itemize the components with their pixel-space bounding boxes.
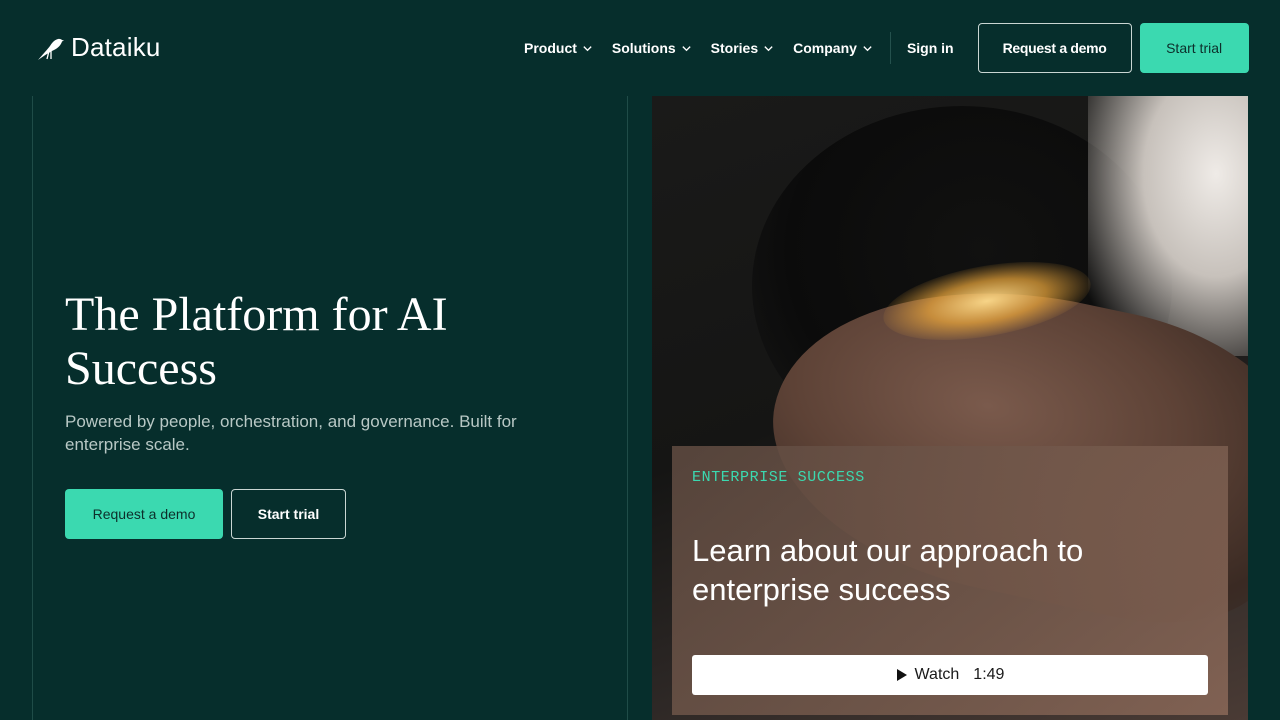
- chevron-down-icon: [682, 45, 691, 51]
- site-header: Dataiku Product Solutions Stories Compan…: [0, 0, 1280, 96]
- sign-in-link[interactable]: Sign in: [907, 40, 954, 56]
- dataiku-bird-logo-icon: [38, 38, 64, 60]
- nav-item-product[interactable]: Product: [524, 40, 593, 56]
- header-start-trial-button[interactable]: Start trial: [1139, 23, 1249, 73]
- brand-name: Dataiku: [71, 31, 161, 62]
- nav-item-label: Stories: [710, 40, 759, 56]
- brand-logo[interactable]: Dataiku: [35, 30, 161, 64]
- decorative-divider-left: [32, 96, 33, 720]
- hero-subtitle: Powered by people, orchestration, and go…: [65, 412, 517, 454]
- hero-title: The Platform for AI Success: [65, 288, 448, 395]
- nav-item-label: Solutions: [611, 40, 676, 56]
- feature-card: ENTERPRISE SUCCESS Learn about our appro…: [672, 446, 1228, 715]
- header-request-demo-button[interactable]: Request a demo: [977, 23, 1132, 73]
- watch-label: Watch: [914, 666, 960, 683]
- nav-item-label: Product: [524, 40, 577, 56]
- nav-item-label: Company: [793, 40, 857, 56]
- watch-video-button[interactable]: Watch 1:49: [692, 655, 1208, 695]
- chevron-down-icon: [764, 45, 773, 51]
- hero-request-demo-button[interactable]: Request a demo: [65, 489, 223, 539]
- hero-start-trial-button[interactable]: Start trial: [231, 489, 346, 539]
- card-title: Learn about our approach to enterprise s…: [692, 533, 1084, 607]
- chevron-down-icon: [863, 45, 872, 51]
- nav-item-solutions[interactable]: Solutions: [612, 40, 692, 56]
- main-nav: Product Solutions Stories Company Sign i…: [524, 23, 1249, 73]
- nav-divider: [889, 32, 891, 64]
- chevron-down-icon: [583, 45, 592, 51]
- card-tag: ENTERPRISE SUCCESS: [692, 469, 865, 486]
- video-duration: 1:49: [973, 666, 1005, 683]
- play-icon: [896, 669, 907, 681]
- decorative-divider-center: [627, 96, 628, 720]
- nav-item-company[interactable]: Company: [793, 40, 873, 56]
- nav-item-stories[interactable]: Stories: [711, 40, 774, 56]
